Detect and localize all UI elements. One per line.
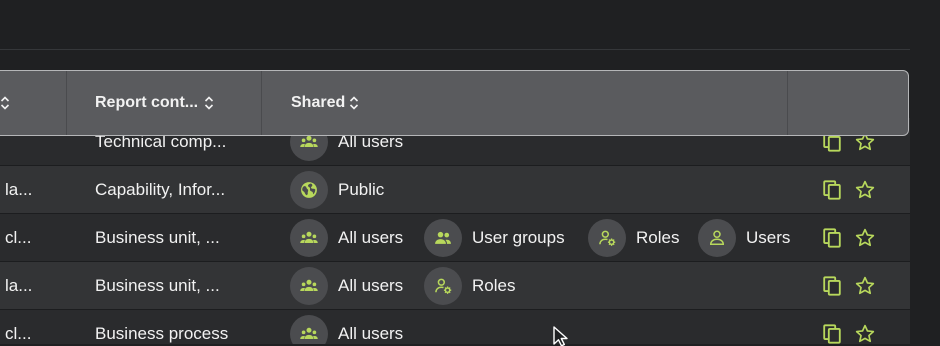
all-users-icon [290,266,328,305]
copy-icon[interactable] [821,166,843,213]
user-icon [698,218,736,257]
sort-icon [350,96,359,110]
toolbar-divider [0,49,910,50]
table-header: Report cont... Shared [0,70,909,136]
shared-cell: All users Roles [290,262,790,309]
star-icon[interactable] [854,214,876,261]
shared-cell: All users [290,310,790,344]
roles-icon [424,266,462,305]
globe-icon [290,170,328,209]
column-header-shared[interactable]: Shared [291,71,359,135]
shared-label: All users [338,323,404,343]
column-header-label: Report cont... [95,94,199,111]
column-divider [787,71,788,135]
row-report-content-cell: Business unit, ... [95,227,220,247]
copy-icon[interactable] [821,262,843,309]
shared-cell: All users User groups Roles Users [290,214,790,261]
roles-icon [588,218,626,257]
row-report-content-cell: Capability, Infor... [95,179,226,199]
copy-icon[interactable] [821,214,843,261]
table-row[interactable]: cl... Business process All users [0,310,910,344]
shared-label: Roles [472,275,516,295]
shared-label: All users [338,227,404,247]
shared-roles[interactable]: Roles [424,262,515,309]
shared-public[interactable]: Public [290,166,384,213]
column-divider [66,71,67,135]
column-divider [261,71,262,135]
shared-all-users[interactable]: All users [290,262,403,309]
shared-label: Users [746,227,790,247]
sort-icon[interactable] [0,71,10,135]
row-name-cell: la... [5,179,33,199]
all-users-icon [290,314,328,344]
shared-user-groups[interactable]: User groups [424,214,565,261]
shared-label: Public [338,179,385,199]
shared-users[interactable]: Users [698,214,790,261]
table-row[interactable]: la... Business unit, ... All users Roles [0,262,910,310]
row-report-content-cell: Business process [95,323,229,343]
table-row[interactable]: la... Capability, Infor... Public [0,166,910,214]
user-groups-icon [424,218,462,257]
shared-label: User groups [472,227,565,247]
shared-cell: Public [290,166,790,213]
row-name-cell: la... [5,275,33,295]
copy-icon[interactable] [821,310,843,344]
mouse-cursor-icon [553,326,568,346]
shared-label: All users [338,275,404,295]
star-icon[interactable] [854,310,876,344]
row-name-cell: cl... [5,323,32,343]
all-users-icon [290,218,328,257]
row-name-cell: cl... [5,227,32,247]
star-icon[interactable] [854,262,876,309]
shared-all-users[interactable]: All users [290,310,403,344]
shared-label: Roles [636,227,680,247]
column-header-label: Shared [291,94,346,111]
column-header-report-content[interactable]: Report cont... [95,71,214,135]
shared-all-users[interactable]: All users [290,214,403,261]
sort-icon [205,96,214,110]
shared-roles[interactable]: Roles [588,214,679,261]
table-row[interactable]: cl... Business unit, ... All users User … [0,214,910,262]
row-report-content-cell: Business unit, ... [95,275,220,295]
star-icon[interactable] [854,166,876,213]
